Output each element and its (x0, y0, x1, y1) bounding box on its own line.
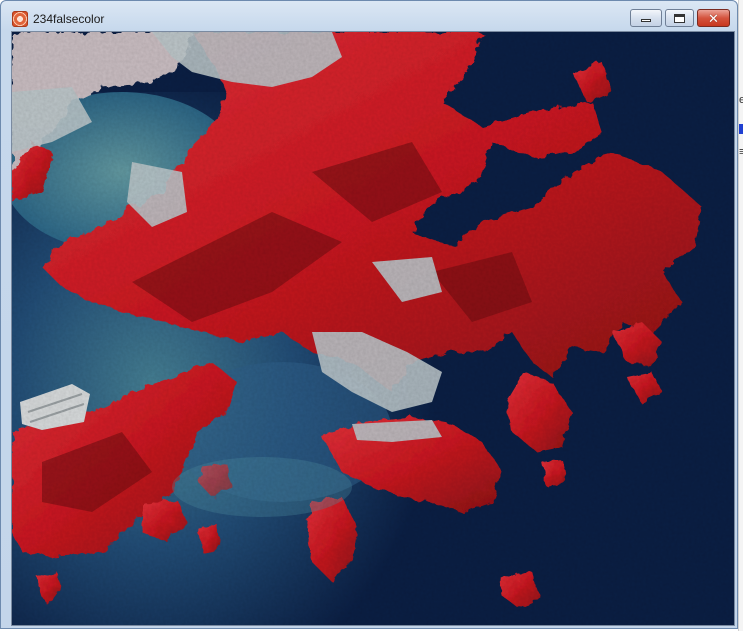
maximize-button[interactable] (665, 9, 694, 27)
maximize-icon (674, 13, 685, 23)
window-title: 234falsecolor (33, 12, 105, 26)
image-canvas[interactable] (11, 31, 735, 626)
minimize-button[interactable] (630, 9, 662, 27)
image-window: 234falsecolor ✕ (0, 0, 738, 629)
background-text-fragment-2: ≡ (739, 146, 743, 158)
terrain-texture (12, 32, 734, 625)
app-icon[interactable] (12, 11, 28, 27)
minimize-icon (641, 18, 651, 22)
background-selection-fragment (739, 124, 743, 134)
background-text-fragment: e (739, 94, 743, 106)
false-color-satellite-image (12, 32, 734, 625)
close-icon: ✕ (708, 10, 719, 26)
close-button[interactable]: ✕ (697, 9, 730, 27)
title-bar[interactable]: 234falsecolor ✕ (1, 1, 737, 31)
